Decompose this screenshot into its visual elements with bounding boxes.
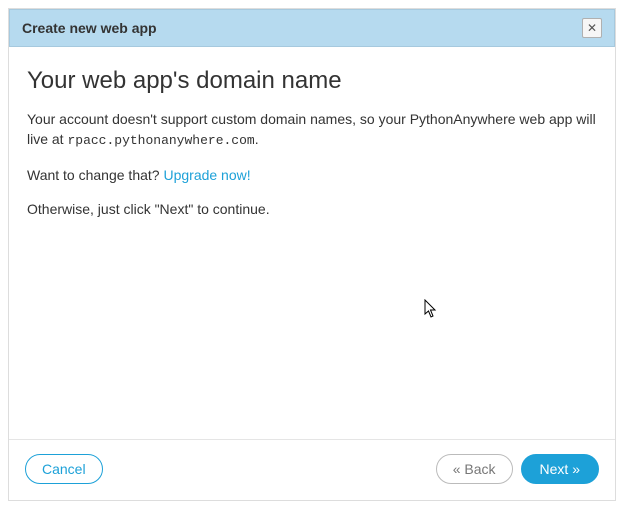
cancel-button[interactable]: Cancel	[25, 454, 103, 484]
dialog: Create new web app ✕ Your web app's doma…	[8, 8, 616, 501]
dialog-footer: Cancel « Back Next »	[9, 439, 615, 500]
page-heading: Your web app's domain name	[27, 67, 597, 95]
otherwise-text: Otherwise, just click "Next" to continue…	[27, 199, 597, 219]
intro-after: .	[255, 131, 259, 147]
upgrade-link[interactable]: Upgrade now!	[163, 167, 250, 183]
domain-name: rpacc.pythonanywhere.com	[67, 133, 254, 148]
change-prompt: Want to change that?	[27, 167, 163, 183]
close-icon: ✕	[587, 21, 597, 35]
dialog-title: Create new web app	[22, 20, 157, 36]
dialog-body: Your web app's domain name Your account …	[9, 47, 615, 439]
back-button[interactable]: « Back	[436, 454, 513, 484]
next-button[interactable]: Next »	[521, 454, 599, 484]
intro-text: Your account doesn't support custom doma…	[27, 109, 597, 151]
close-button[interactable]: ✕	[582, 18, 602, 38]
upgrade-prompt: Want to change that? Upgrade now!	[27, 165, 597, 185]
dialog-header: Create new web app ✕	[9, 9, 615, 47]
footer-right: « Back Next »	[436, 454, 599, 484]
